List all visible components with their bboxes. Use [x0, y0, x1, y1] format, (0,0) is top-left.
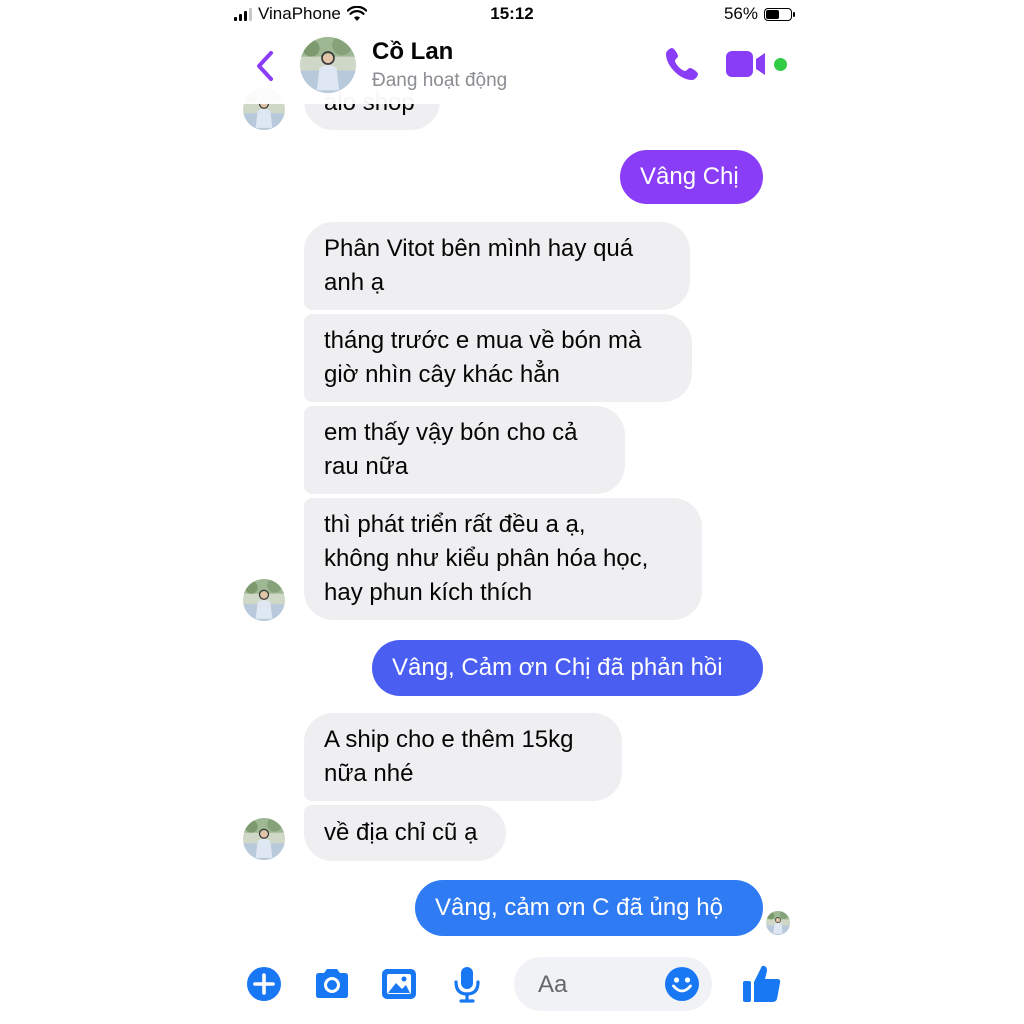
message-bubble-incoming[interactable]: tháng trước e mua về bón mà giờ nhìn cây… — [304, 314, 692, 402]
gallery-icon[interactable] — [379, 964, 419, 1004]
status-time: 15:12 — [490, 4, 534, 23]
message-input[interactable] — [536, 957, 660, 1013]
microphone-icon[interactable] — [447, 964, 487, 1004]
plus-icon[interactable] — [244, 964, 284, 1004]
message-bubble-incoming[interactable]: em thấy vậy bón cho cả rau nữa — [304, 406, 625, 494]
thumbs-up-icon[interactable] — [740, 962, 784, 1006]
contact-avatar-small — [243, 579, 285, 621]
message-input-box[interactable] — [514, 957, 712, 1013]
message-bubble-incoming[interactable]: Phân Vitot bên mình hay quá anh ạ — [304, 222, 690, 310]
battery-percent: 56% — [723, 4, 758, 23]
message-bubble-incoming[interactable]: thì phát triển rất đều a ạ, không như ki… — [304, 498, 702, 620]
messenger-chat-screen: VinaPhone 15:12 56% Cồ Lan Đang hoạt độn… — [0, 0, 1024, 1024]
composer-bar — [232, 952, 792, 1016]
contact-avatar[interactable] — [300, 37, 356, 93]
message-bubble-incoming[interactable]: về địa chỉ cũ ạ — [304, 805, 506, 861]
chat-header: Cồ Lan Đang hoạt động — [232, 30, 792, 104]
status-right: 56% — [723, 4, 795, 24]
message-bubble-outgoing[interactable]: Vâng, Cảm ơn Chị đã phản hồi — [372, 640, 763, 696]
message-bubble-outgoing[interactable]: Vâng Chị — [620, 150, 763, 204]
phone-call-icon[interactable] — [662, 44, 702, 84]
message-bubble-incoming[interactable]: A ship cho e thêm 15kg nữa nhé — [304, 713, 622, 801]
seen-avatar — [766, 911, 790, 935]
contact-name[interactable]: Cồ Lan — [372, 38, 453, 66]
camera-icon[interactable] — [312, 964, 352, 1004]
status-bar: VinaPhone 15:12 56% — [232, 4, 795, 28]
video-call-icon[interactable] — [725, 48, 769, 80]
emoji-icon[interactable] — [664, 966, 700, 1002]
battery-icon — [764, 7, 795, 21]
message-bubble-outgoing[interactable]: Vâng, cảm ơn C đã ủng hộ — [415, 880, 763, 936]
contact-status: Đang hoạt động — [372, 70, 508, 91]
online-indicator — [774, 58, 787, 71]
back-arrow-icon[interactable] — [250, 46, 282, 86]
contact-avatar-small — [243, 818, 285, 860]
